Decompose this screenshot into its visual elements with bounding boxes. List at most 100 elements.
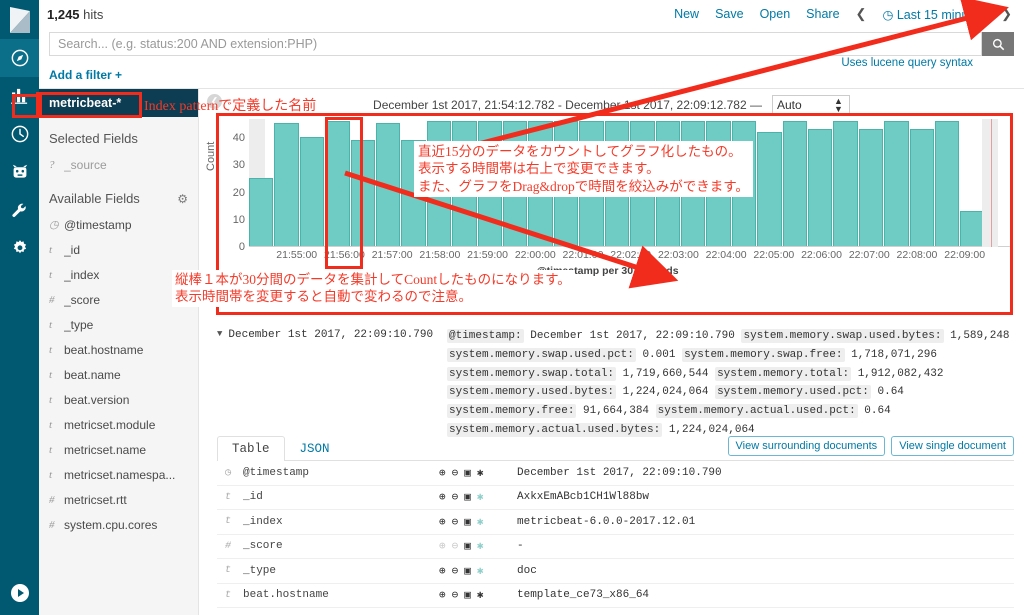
- field-row-beat.hostname[interactable]: t beat.hostname: [39, 337, 198, 362]
- field-row-metricset.name[interactable]: t metricset.name: [39, 437, 198, 462]
- chevron-right-icon[interactable]: ❯: [1001, 6, 1012, 22]
- rail-item-discover[interactable]: [0, 39, 39, 77]
- y-axis-title: Count: [205, 141, 217, 171]
- rail-item-management[interactable]: [0, 229, 39, 267]
- gear-icon[interactable]: ⚙: [177, 192, 188, 206]
- histogram-bar[interactable]: [858, 128, 884, 246]
- filter-for-field-present-icon[interactable]: ✱: [477, 515, 484, 529]
- field-name-label: _type: [64, 317, 94, 332]
- tab-table[interactable]: Table: [217, 436, 285, 461]
- histogram-bar[interactable]: [274, 123, 299, 246]
- histogram-bar[interactable]: [299, 137, 325, 246]
- filter-for-value-icon[interactable]: ⊕: [439, 564, 446, 578]
- histogram-bar[interactable]: [249, 177, 274, 246]
- field-name-label: _score: [64, 292, 101, 307]
- field-row-_id[interactable]: t _id: [39, 237, 198, 262]
- nav-new[interactable]: New: [674, 7, 699, 21]
- filter-for-value-icon[interactable]: ⊕: [439, 539, 446, 553]
- available-fields-list: ◷ @timestamp t _id t _index # _score t _type t beat…: [39, 212, 198, 537]
- toggle-column-icon[interactable]: ▣: [464, 539, 471, 553]
- toggle-column-icon[interactable]: ▣: [464, 564, 471, 578]
- histogram-bar[interactable]: [807, 128, 833, 246]
- detail-field-name-cell: # _score: [217, 540, 439, 552]
- field-row-@timestamp[interactable]: ◷ @timestamp: [39, 212, 198, 237]
- filter-out-value-icon[interactable]: ⊖: [452, 515, 459, 529]
- chart-header: ❮ December 1st 2017, 21:54:12.782 - Dece…: [199, 89, 1024, 117]
- chart-right-shaded-band: [982, 119, 998, 247]
- filter-for-field-present-icon[interactable]: ✱: [477, 588, 484, 602]
- toggle-column-icon[interactable]: ▣: [464, 515, 471, 529]
- field-row-metricset.rtt[interactable]: # metricset.rtt: [39, 487, 198, 512]
- histogram-bar[interactable]: [909, 128, 934, 246]
- view-single-document-button[interactable]: View single document: [891, 436, 1014, 456]
- add-filter-button[interactable]: Add a filter +: [49, 68, 122, 82]
- filter-out-value-icon[interactable]: ⊖: [452, 466, 459, 480]
- toggle-column-icon[interactable]: ▣: [464, 466, 471, 480]
- histogram-bar[interactable]: [833, 120, 858, 246]
- tab-json[interactable]: JSON: [285, 436, 345, 461]
- histogram-bar[interactable]: [934, 120, 960, 246]
- nav-open[interactable]: Open: [760, 7, 791, 21]
- histogram-bar[interactable]: [376, 123, 401, 246]
- time-picker-button[interactable]: ◷ Last 15 minutes: [882, 7, 985, 22]
- field-row-metricset.module[interactable]: t metricset.module: [39, 412, 198, 437]
- caret-down-icon[interactable]: ▼: [217, 329, 222, 341]
- field-row-beat.name[interactable]: t beat.name: [39, 362, 198, 387]
- rail-collapse-button[interactable]: [0, 570, 39, 615]
- histogram-bar[interactable]: [884, 120, 909, 246]
- detail-field-label: _id: [243, 491, 263, 504]
- field-row-_source[interactable]: ? _source: [39, 152, 198, 177]
- rail-item-dashboard[interactable]: [0, 115, 39, 153]
- field-row-beat.version[interactable]: t beat.version: [39, 387, 198, 412]
- detail-field-label: beat.hostname: [243, 589, 329, 602]
- rail-item-timelion[interactable]: [0, 153, 39, 191]
- filter-for-value-icon[interactable]: ⊕: [439, 588, 446, 602]
- histogram-bar[interactable]: [757, 131, 782, 246]
- field-type-icon: t: [49, 318, 53, 331]
- filter-for-field-present-icon[interactable]: ✱: [477, 466, 484, 480]
- field-name-label: beat.name: [64, 367, 121, 382]
- rail-item-visualize[interactable]: [0, 77, 39, 115]
- interval-select[interactable]: Auto ▲ ▼: [771, 94, 850, 116]
- histogram-bar[interactable]: [325, 120, 350, 246]
- toggle-column-icon[interactable]: ▣: [464, 588, 471, 602]
- doc-field-key: system.memory.swap.used.bytes:: [741, 329, 944, 343]
- filter-out-value-icon[interactable]: ⊖: [452, 490, 459, 504]
- search-submit-button[interactable]: [982, 32, 1014, 56]
- detail-row-actions: ⊕ ⊖ ▣ ✱: [439, 490, 517, 504]
- table-row: t _id ⊕ ⊖ ▣ ✱ AxkxEmABcb1CH1Wl88bw: [217, 486, 1014, 510]
- filter-for-value-icon[interactable]: ⊕: [439, 490, 446, 504]
- chart-current-time-line: [991, 119, 992, 247]
- toggle-column-icon[interactable]: ▣: [464, 490, 471, 504]
- field-name-label: _id: [64, 242, 81, 257]
- filter-out-value-icon[interactable]: ⊖: [452, 564, 459, 578]
- filter-for-field-present-icon[interactable]: ✱: [477, 564, 484, 578]
- x-tick-label: 22:02:00: [610, 249, 652, 261]
- clock-icon: ◷: [882, 7, 894, 22]
- field-row-system.cpu.cores[interactable]: # system.cpu.cores: [39, 512, 198, 537]
- filter-out-value-icon[interactable]: ⊖: [452, 539, 459, 553]
- filter-for-value-icon[interactable]: ⊕: [439, 515, 446, 529]
- doc-field-key: system.memory.free:: [447, 404, 577, 419]
- histogram-bar[interactable]: [782, 120, 807, 246]
- search-input[interactable]: [50, 33, 981, 55]
- nav-share[interactable]: Share: [806, 7, 839, 21]
- field-row-metricset.namespa...[interactable]: t metricset.namespa...: [39, 462, 198, 487]
- time-picker-label: Last 15 minutes: [896, 7, 986, 22]
- filter-for-field-present-icon[interactable]: ✱: [477, 490, 484, 504]
- annotation-chart-description: 直近15分のデータをカウントしてグラフ化したもの。 表示する時間帯は右上で変更で…: [414, 141, 753, 197]
- index-pattern-label: metricbeat-*: [49, 96, 122, 110]
- filter-out-value-icon[interactable]: ⊖: [452, 588, 459, 602]
- filter-for-value-icon[interactable]: ⊕: [439, 466, 446, 480]
- nav-save[interactable]: Save: [715, 7, 744, 21]
- rail-item-dev-tools[interactable]: [0, 191, 39, 229]
- histogram-bar[interactable]: [350, 139, 376, 246]
- filter-for-field-present-icon[interactable]: ✱: [477, 539, 484, 553]
- doc-field-value: 0.64: [870, 386, 904, 399]
- field-name-label: metricset.name: [64, 442, 147, 457]
- view-surrounding-documents-button[interactable]: View surrounding documents: [727, 436, 886, 456]
- chevron-left-icon[interactable]: ❮: [856, 6, 867, 22]
- field-row-_type[interactable]: t _type: [39, 312, 198, 337]
- updown-arrows-icon: ▲ ▼: [834, 96, 843, 114]
- detail-field-name-cell: t beat.hostname: [217, 589, 439, 601]
